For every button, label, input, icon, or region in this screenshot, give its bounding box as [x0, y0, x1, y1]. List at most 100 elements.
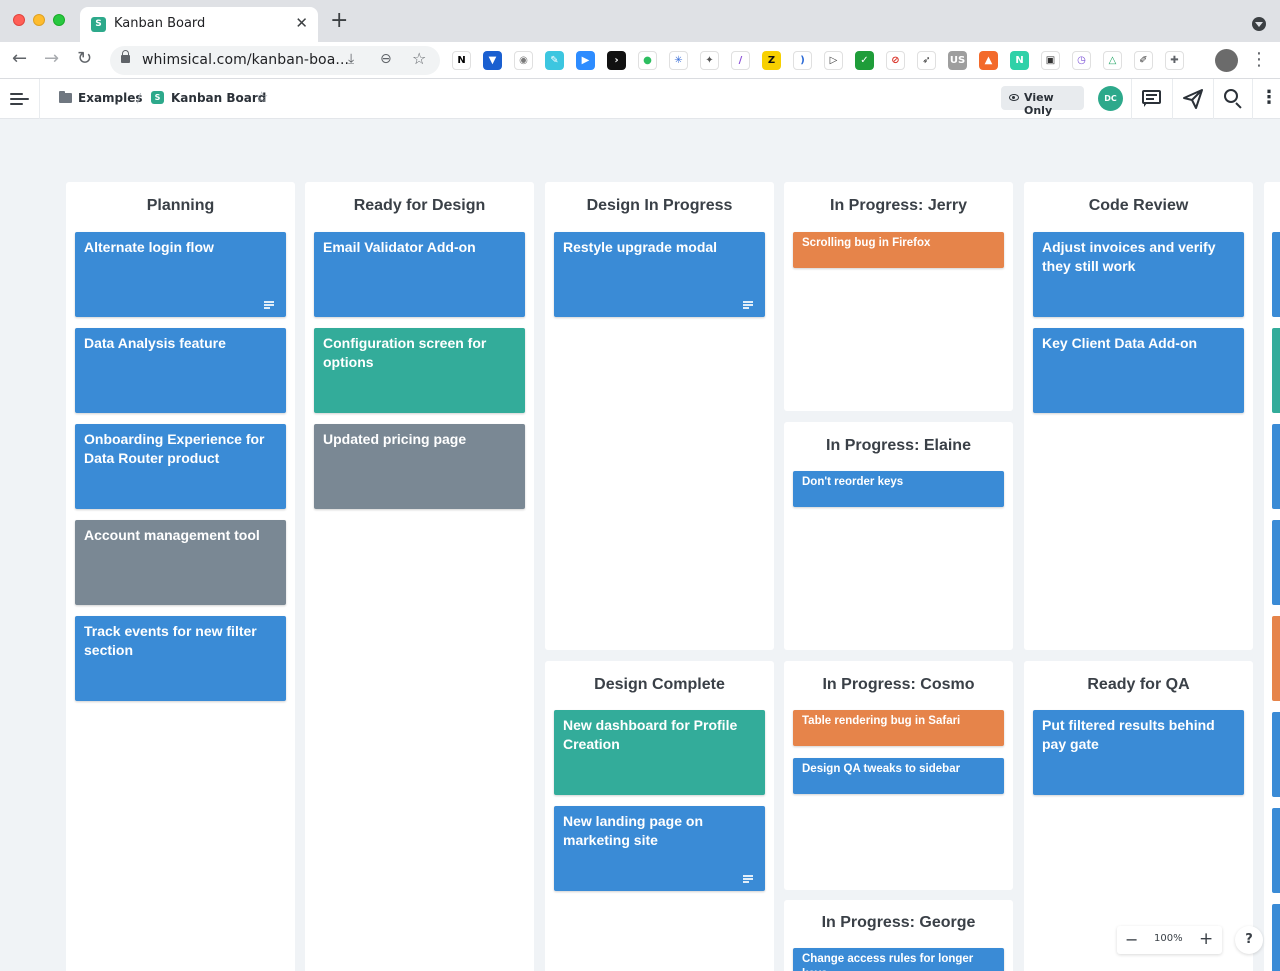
zoom-in-button[interactable]: +: [1199, 929, 1213, 949]
kanban-card[interactable]: Updated pricing page: [314, 424, 525, 509]
z-extension-icon[interactable]: Z: [762, 51, 781, 70]
brave-extension-icon[interactable]: ▲: [979, 51, 998, 70]
more-options-icon[interactable]: ⋮: [1260, 87, 1278, 109]
lane-in-progress-george: In Progress: George Change access rules f…: [784, 900, 1013, 971]
zoom-out-button[interactable]: −: [1125, 930, 1138, 949]
funnel-extension-icon[interactable]: ▼: [483, 51, 502, 70]
window-zoom-button[interactable]: [53, 14, 65, 26]
offscreen-card[interactable]: [1272, 712, 1280, 797]
kanban-card[interactable]: Don't reorder keys: [793, 471, 1004, 507]
comment-icon[interactable]: [1140, 87, 1164, 111]
offscreen-card[interactable]: [1272, 520, 1280, 605]
breadcrumb-board[interactable]: Kanban Board: [171, 91, 266, 105]
lane-design-complete: Design Complete New dashboard for Profile…: [545, 661, 774, 971]
kanban-card[interactable]: Email Validator Add-on: [314, 232, 525, 317]
view-only-label: View Only: [1024, 91, 1054, 117]
window-close-button[interactable]: [13, 14, 25, 26]
kanban-card[interactable]: Account management tool: [75, 520, 286, 605]
asterisk-extension-icon[interactable]: ✳: [669, 51, 688, 70]
offscreen-card[interactable]: [1272, 424, 1280, 509]
card-title: Track events for new filter section: [84, 623, 257, 658]
kanban-card[interactable]: New dashboard for Profile Creation: [554, 710, 765, 795]
kanban-card[interactable]: Scrolling bug in Firefox: [793, 232, 1004, 268]
pen-extension-icon[interactable]: ✎: [545, 51, 564, 70]
offscreen-card[interactable]: [1272, 808, 1280, 893]
forward-button[interactable]: →: [44, 48, 59, 70]
kanban-card[interactable]: Track events for new filter section: [75, 616, 286, 701]
back-button[interactable]: ←: [12, 48, 27, 70]
check-extension-icon[interactable]: ✓: [855, 51, 874, 70]
search-icon[interactable]: [1222, 87, 1246, 111]
bookmark-star-icon[interactable]: ☆: [412, 49, 426, 68]
offscreen-card[interactable]: [1272, 904, 1280, 971]
browser-menu-icon[interactable]: ⋮: [1250, 50, 1268, 70]
clock-extension-icon[interactable]: ◷: [1072, 51, 1091, 70]
address-bar[interactable]: whimsical.com/kanban-boa... ⤓ ⊖ ☆: [110, 46, 440, 75]
kanban-card[interactable]: Data Analysis feature: [75, 328, 286, 413]
install-app-icon[interactable]: ⤓: [348, 51, 354, 67]
kanban-card[interactable]: Onboarding Experience for Data Router pr…: [75, 424, 286, 509]
kanban-card[interactable]: Restyle upgrade modal: [554, 232, 765, 317]
kanban-card[interactable]: Put filtered results behind pay gate: [1033, 710, 1244, 795]
breadcrumb-folder[interactable]: Examples: [78, 91, 143, 105]
puzzle-extension-icon[interactable]: ✚: [1165, 51, 1184, 70]
url-text[interactable]: whimsical.com/kanban-boa...: [142, 52, 349, 68]
lane-design-in-progress: Design In Progress Restyle upgrade modal: [545, 182, 774, 650]
camera-extension-icon[interactable]: ◉: [514, 51, 533, 70]
kanban-card[interactable]: Configuration screen for options: [314, 328, 525, 413]
wave-extension-icon[interactable]: ): [793, 51, 812, 70]
kanban-card[interactable]: Change access rules for longer keys: [793, 948, 1004, 971]
zoom-level: 100%: [1154, 933, 1183, 944]
favorite-star-icon[interactable]: ☆: [255, 88, 268, 106]
card-title: Scrolling bug in Firefox: [802, 237, 931, 249]
card-title: Updated pricing page: [323, 431, 467, 447]
card-title: Account management tool: [84, 527, 260, 543]
n-extension-icon[interactable]: N: [1010, 51, 1029, 70]
offscreen-card[interactable]: [1272, 616, 1280, 701]
whimsical-favicon-icon: S: [91, 17, 106, 32]
terminal-extension-icon[interactable]: ›: [607, 51, 626, 70]
card-title: Onboarding Experience for Data Router pr…: [84, 431, 265, 466]
new-tab-button[interactable]: +: [330, 10, 348, 32]
card-title: Design QA tweaks to sidebar: [802, 763, 961, 775]
kanban-card[interactable]: Table rendering bug in Safari: [793, 710, 1004, 746]
notion-extension-icon[interactable]: N: [452, 51, 471, 70]
kanban-card[interactable]: Design QA tweaks to sidebar: [793, 758, 1004, 794]
lane-in-progress-elaine: In Progress: Elaine Don't reorder keys: [784, 422, 1013, 650]
pip-extension-icon[interactable]: ▣: [1041, 51, 1060, 70]
kanban-card[interactable]: New landing page on marketing site: [554, 806, 765, 891]
share-send-icon[interactable]: [1181, 87, 1205, 111]
block-extension-icon[interactable]: ⊘: [886, 51, 905, 70]
feather-extension-icon[interactable]: /: [731, 51, 750, 70]
help-button[interactable]: ?: [1235, 926, 1263, 954]
play-extension-icon[interactable]: ▷: [824, 51, 843, 70]
header-divider: [1213, 79, 1214, 119]
kanban-card[interactable]: Key Client Data Add-on: [1033, 328, 1244, 413]
reload-button[interactable]: ↻: [77, 48, 92, 70]
lane-in-progress-jerry: In Progress: Jerry Scrolling bug in Firef…: [784, 182, 1013, 411]
browser-tab[interactable]: S Kanban Board ✕: [80, 7, 318, 42]
kanban-card[interactable]: Alternate login flow: [75, 232, 286, 317]
offscreen-card[interactable]: [1272, 232, 1280, 317]
lock-icon[interactable]: [121, 50, 130, 63]
board-icon: S: [151, 91, 164, 104]
sidebar-toggle-button[interactable]: [0, 79, 40, 119]
window-minimize-button[interactable]: [33, 14, 45, 26]
card-title: Configuration screen for options: [323, 335, 487, 370]
us-extension-icon[interactable]: US: [948, 51, 967, 70]
bird-extension-icon[interactable]: ✦: [700, 51, 719, 70]
tab-search-icon[interactable]: [1252, 17, 1266, 31]
edit-extension-icon[interactable]: ✐: [1134, 51, 1153, 70]
close-tab-icon[interactable]: ✕: [295, 14, 308, 32]
zoom-magnifier-icon[interactable]: ⊖: [380, 51, 392, 67]
profile-avatar[interactable]: [1215, 49, 1238, 72]
offscreen-card[interactable]: [1272, 328, 1280, 413]
drive-extension-icon[interactable]: △: [1103, 51, 1122, 70]
rocket-extension-icon[interactable]: ➶: [917, 51, 936, 70]
evernote-extension-icon[interactable]: ●: [638, 51, 657, 70]
kanban-card[interactable]: Adjust invoices and verify they still wo…: [1033, 232, 1244, 317]
lane-title: Design In Progress: [586, 197, 733, 214]
user-avatar[interactable]: DC: [1098, 86, 1123, 111]
zoom-extension-icon[interactable]: ▶: [576, 51, 595, 70]
view-only-badge[interactable]: View Only: [1001, 86, 1084, 117]
